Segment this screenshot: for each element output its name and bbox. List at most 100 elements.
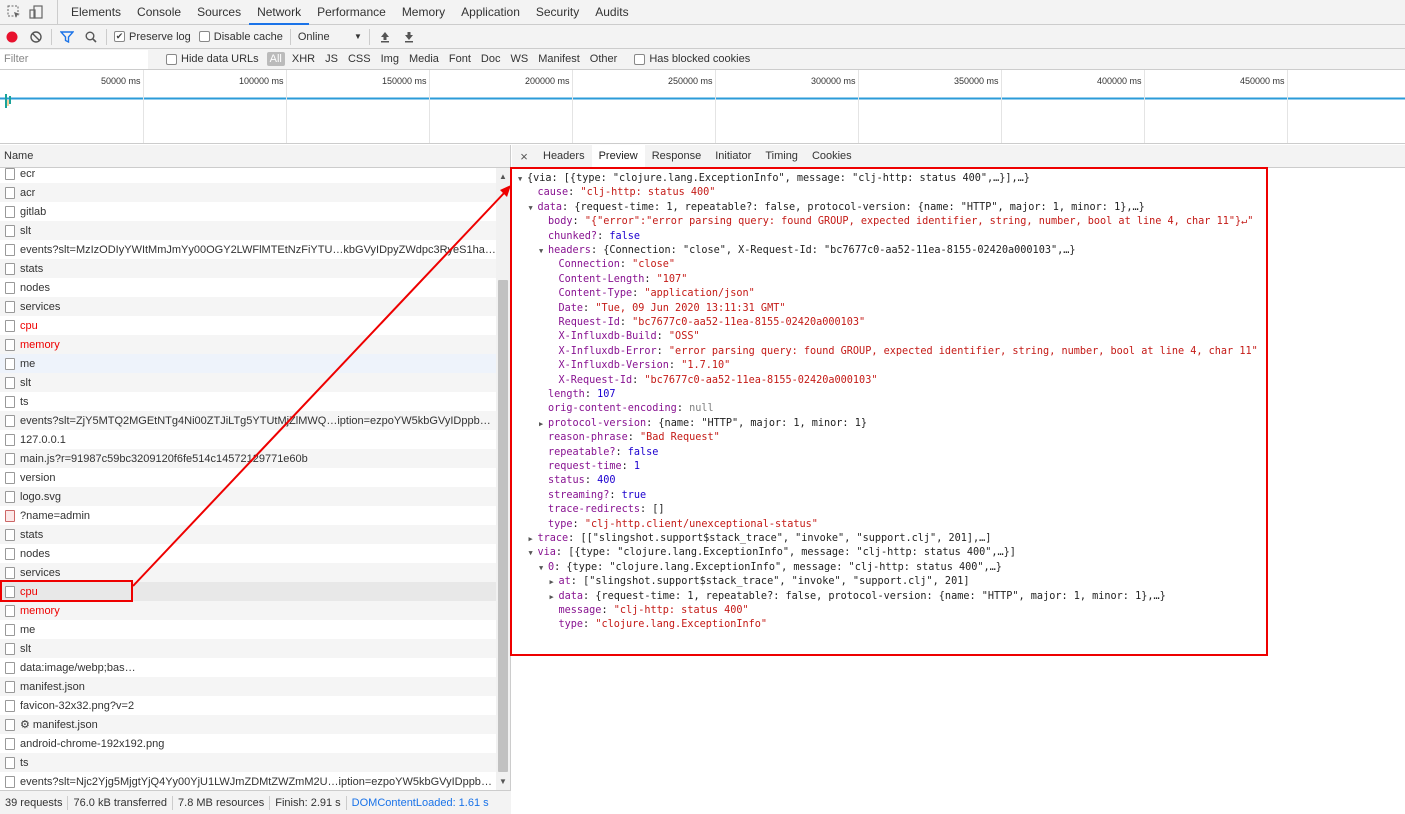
- detail-tab-headers[interactable]: Headers: [536, 145, 592, 168]
- request-row[interactable]: memory: [0, 601, 496, 620]
- tab-console[interactable]: Console: [129, 0, 189, 24]
- detail-tab-cookies[interactable]: Cookies: [805, 145, 859, 168]
- close-icon[interactable]: ×: [512, 149, 536, 164]
- timeline-overview[interactable]: 50000 ms 100000 ms 150000 ms 200000 ms 25000…: [0, 70, 1405, 144]
- hide-data-urls-checkbox[interactable]: Hide data URLs: [166, 53, 259, 65]
- request-row[interactable]: android-chrome-192x192.png: [0, 734, 496, 753]
- scroll-down-icon[interactable]: ▼: [499, 777, 507, 786]
- request-row[interactable]: ts: [0, 392, 496, 411]
- request-row[interactable]: ecr: [0, 168, 496, 183]
- disable-cache-checkbox[interactable]: Disable cache: [198, 31, 283, 43]
- request-row[interactable]: acr: [0, 183, 496, 202]
- preview-line[interactable]: ▶ at: ["slingshot.support$stack_trace", "…: [550, 575, 970, 589]
- request-row[interactable]: ⚙ manifest.json: [0, 715, 496, 734]
- detail-tab-initiator[interactable]: Initiator: [708, 145, 758, 168]
- detail-tab-preview[interactable]: Preview: [591, 144, 645, 168]
- request-row[interactable]: main.js?r=91987c59bc3209120f6fe514c14572…: [0, 449, 496, 468]
- request-row[interactable]: stats: [0, 525, 496, 544]
- expanded-triangle-icon[interactable]: ▼: [518, 172, 527, 186]
- clear-button[interactable]: [24, 25, 48, 49]
- preview-line[interactable]: ▶ data: {request-time: 1, repeatable?: fa…: [550, 590, 1166, 604]
- request-row[interactable]: favicon-32x32.png?v=2: [0, 696, 496, 715]
- resources-size: 7.8 MB resources: [173, 795, 271, 810]
- request-row[interactable]: me: [0, 354, 496, 373]
- request-row[interactable]: slt: [0, 373, 496, 392]
- tab-sources[interactable]: Sources: [189, 0, 249, 24]
- request-row[interactable]: 127.0.0.1: [0, 430, 496, 449]
- tab-performance[interactable]: Performance: [309, 0, 394, 24]
- expanded-triangle-icon[interactable]: ▼: [529, 201, 538, 215]
- preserve-log-checkbox[interactable]: ✔ Preserve log: [114, 31, 191, 43]
- request-row[interactable]: ts: [0, 753, 496, 772]
- request-row[interactable]: memory: [0, 335, 496, 354]
- name-column-header[interactable]: Name: [0, 145, 510, 168]
- scrollbar-thumb[interactable]: [498, 280, 508, 772]
- request-row[interactable]: me: [0, 620, 496, 639]
- request-row[interactable]: ?name=admin: [0, 506, 496, 525]
- inspect-element-icon[interactable]: [6, 4, 22, 20]
- request-row[interactable]: data:image/webp;bas…: [0, 658, 496, 677]
- request-row[interactable]: logo.svg: [0, 487, 496, 506]
- request-row[interactable]: events?slt=ZjY5MTQ2MGEtNTg4Ni00ZTJiLTg5Y…: [0, 411, 496, 430]
- detail-tab-response[interactable]: Response: [645, 145, 709, 168]
- preview-line[interactable]: ▼ headers: {Connection: "close", X-Reques…: [539, 244, 1076, 258]
- request-row[interactable]: version: [0, 468, 496, 487]
- has-blocked-cookies-checkbox[interactable]: Has blocked cookies: [634, 53, 750, 65]
- filter-type-js[interactable]: JS: [322, 52, 341, 66]
- device-toolbar-icon[interactable]: [28, 4, 44, 20]
- collapsed-triangle-icon[interactable]: ▶: [539, 417, 548, 431]
- tab-application[interactable]: Application: [453, 0, 528, 24]
- expanded-triangle-icon[interactable]: ▼: [529, 546, 538, 560]
- tab-audits[interactable]: Audits: [587, 0, 636, 24]
- filter-type-manifest[interactable]: Manifest: [535, 52, 583, 66]
- request-row[interactable]: stats: [0, 259, 496, 278]
- filter-type-other[interactable]: Other: [587, 52, 621, 66]
- collapsed-triangle-icon[interactable]: ▶: [529, 532, 538, 546]
- scroll-up-icon[interactable]: ▲: [499, 172, 507, 181]
- preview-line[interactable]: ▶ protocol-version: {name: "HTTP", major:…: [539, 417, 867, 431]
- request-row[interactable]: events?slt=MzIzODIyYWItMmJmYy00OGY2LWFlM…: [0, 240, 496, 259]
- preview-line[interactable]: ▼ data: {request-time: 1, repeatable?: fa…: [529, 201, 1145, 215]
- preview-line[interactable]: ▼ {via: [{type: "clojure.lang.ExceptionIn…: [518, 172, 1030, 186]
- preview-line[interactable]: ▼ via: [{type: "clojure.lang.ExceptionInf…: [529, 546, 1016, 560]
- filter-type-css[interactable]: CSS: [345, 52, 374, 66]
- collapsed-triangle-icon[interactable]: ▶: [550, 575, 559, 589]
- filter-type-ws[interactable]: WS: [507, 52, 531, 66]
- filter-type-xhr[interactable]: XHR: [289, 52, 318, 66]
- tab-memory[interactable]: Memory: [394, 0, 453, 24]
- import-har-button[interactable]: [373, 25, 397, 49]
- filter-type-img[interactable]: Img: [378, 52, 402, 66]
- document-icon: [5, 490, 15, 503]
- expanded-triangle-icon[interactable]: ▼: [539, 244, 548, 258]
- filter-input[interactable]: [0, 49, 148, 69]
- request-row[interactable]: nodes: [0, 278, 496, 297]
- expanded-triangle-icon[interactable]: ▼: [539, 561, 548, 575]
- tab-network[interactable]: Network: [249, 0, 310, 25]
- request-list-scrollbar[interactable]: ▲ ▼: [496, 168, 510, 790]
- filter-type-doc[interactable]: Doc: [478, 52, 504, 66]
- preview-line[interactable]: ▼ 0: {type: "clojure.lang.ExceptionInfo",…: [539, 561, 1002, 575]
- detail-tab-timing[interactable]: Timing: [758, 145, 805, 168]
- request-row[interactable]: slt: [0, 639, 496, 658]
- request-row[interactable]: events?slt=Njc2Yjg5MjgtYjQ4Yy00YjU1LWJmZ…: [0, 772, 496, 790]
- preview-line[interactable]: ▶ trace: [["slingshot.support$stack_trace…: [529, 532, 992, 546]
- request-row[interactable]: gitlab: [0, 202, 496, 221]
- request-row[interactable]: nodes: [0, 544, 496, 563]
- search-button[interactable]: [79, 25, 103, 49]
- record-button[interactable]: [0, 25, 24, 49]
- collapsed-triangle-icon[interactable]: ▶: [550, 590, 559, 604]
- filter-type-media[interactable]: Media: [406, 52, 442, 66]
- request-row[interactable]: cpu: [0, 316, 496, 335]
- request-row[interactable]: slt: [0, 221, 496, 240]
- tab-security[interactable]: Security: [528, 0, 587, 24]
- request-row[interactable]: services: [0, 297, 496, 316]
- filter-button[interactable]: [55, 25, 79, 49]
- request-row[interactable]: services: [0, 563, 496, 582]
- export-har-button[interactable]: [397, 25, 421, 49]
- filter-type-font[interactable]: Font: [446, 52, 474, 66]
- request-row[interactable]: cpu: [0, 582, 496, 601]
- throttling-select[interactable]: Online ▼: [294, 31, 366, 43]
- filter-type-all[interactable]: All: [266, 52, 285, 66]
- request-row[interactable]: manifest.json: [0, 677, 496, 696]
- tab-elements[interactable]: Elements: [63, 0, 129, 24]
